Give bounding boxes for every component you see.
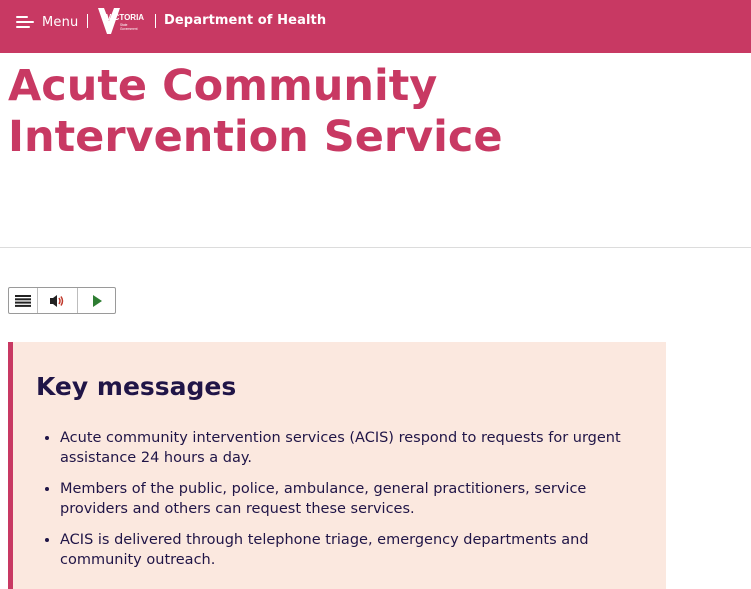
readspeaker-play-button[interactable] xyxy=(78,288,115,313)
readspeaker-player xyxy=(8,287,116,314)
menu-button[interactable]: Menu xyxy=(16,12,79,32)
list-item: ACIS is delivered through telephone tria… xyxy=(60,530,650,570)
list-item: Acute community intervention services (A… xyxy=(60,428,650,468)
page-hero: Acute Community Intervention Service xyxy=(0,53,751,248)
key-messages-callout: Key messages Acute community interventio… xyxy=(8,342,666,589)
key-messages-list: Acute community intervention services (A… xyxy=(37,428,650,581)
page-title: Acute Community Intervention Service xyxy=(8,61,503,162)
header-divider xyxy=(87,14,88,28)
key-messages-heading: Key messages xyxy=(36,372,237,401)
header-divider xyxy=(155,14,156,28)
svg-text:Government: Government xyxy=(120,27,138,31)
list-icon xyxy=(15,294,31,307)
logo-text: VICTORIA xyxy=(106,13,144,22)
play-icon xyxy=(92,294,102,307)
site-header: Menu VICTORIA State Government Departmen… xyxy=(0,0,751,53)
list-item: Members of the public, police, ambulance… xyxy=(60,479,650,519)
menu-label: Menu xyxy=(42,14,79,30)
department-name[interactable]: Department of Health xyxy=(164,13,326,28)
readspeaker-menu-button[interactable] xyxy=(9,288,38,313)
readspeaker-listen-button[interactable] xyxy=(38,288,78,313)
speaker-icon xyxy=(49,294,63,307)
victoria-logo[interactable]: VICTORIA State Government xyxy=(96,7,148,35)
hamburger-icon xyxy=(16,16,34,28)
